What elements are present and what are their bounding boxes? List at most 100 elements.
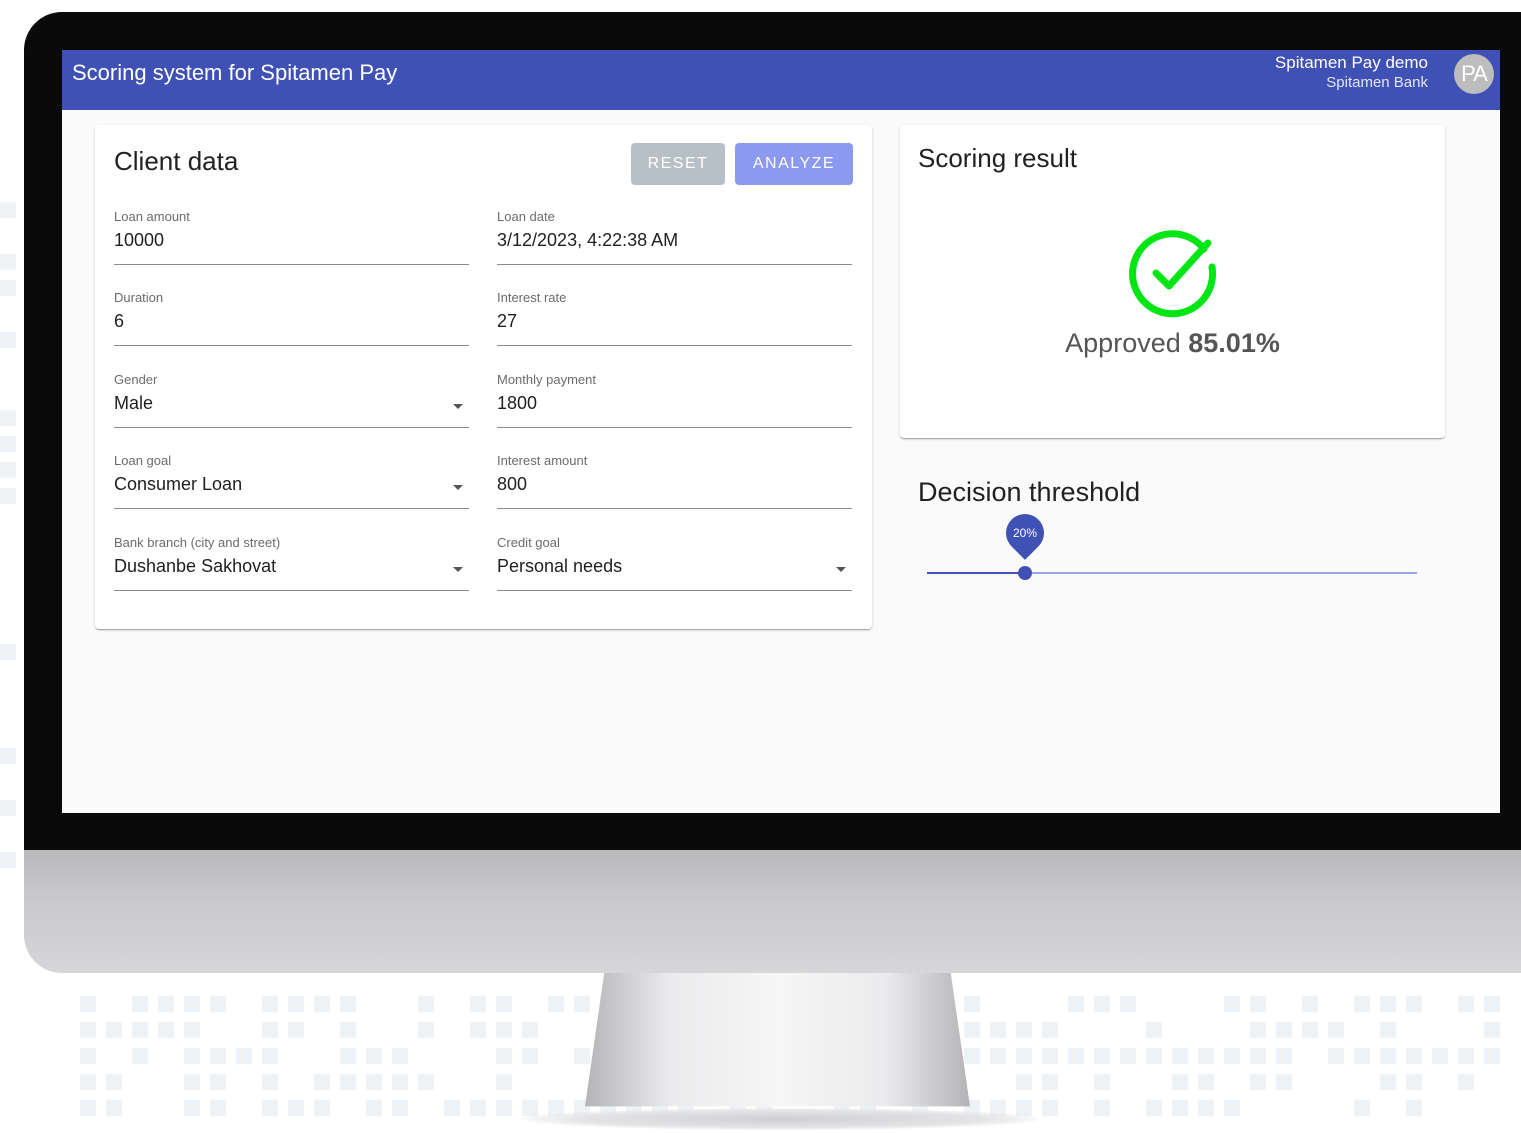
loan-goal-select[interactable]: Loan goal Consumer Loan [114,453,469,509]
background-square [184,1048,200,1064]
analyze-button[interactable]: ANALYZE [735,143,853,185]
background-square [0,436,16,452]
background-square [132,996,148,1012]
loan-date-value: 3/12/2023, 4:22:38 AM [497,230,679,250]
background-square [1406,1048,1422,1064]
chevron-down-icon[interactable] [836,567,846,572]
gender-select[interactable]: Gender Male [114,372,469,428]
background-square [496,1074,512,1090]
background-square [314,1100,330,1116]
background-square [1042,1074,1058,1090]
background-square [1146,1100,1162,1116]
background-square [340,1022,356,1038]
background-square [288,1022,304,1038]
user-info[interactable]: Spitamen Pay demo Spitamen Bank [1275,53,1428,93]
background-square [0,332,16,348]
background-square [1302,996,1318,1012]
approval-status: Approved 85.01% [900,328,1445,359]
background-square [80,1100,96,1116]
background-square [1302,1022,1318,1038]
background-square [1380,1074,1396,1090]
user-name: Spitamen Pay demo [1274,53,1428,72]
background-square [574,996,590,1012]
background-square [1328,1048,1344,1064]
background-square [1172,1100,1188,1116]
loan-date-field[interactable]: Loan date 3/12/2023, 4:22:38 AM [497,209,852,265]
bank-branch-select[interactable]: Bank branch (city and street) Dushanbe S… [114,535,469,591]
interest-amount-value: 800 [497,474,528,494]
background-square [262,996,278,1012]
client-data-card: Client data RESET ANALYZE Loan amount 10… [95,125,872,629]
chevron-down-icon[interactable] [453,404,463,409]
background-square [496,996,512,1012]
loan-goal-label: Loan goal [114,453,172,468]
background-square [1432,1048,1448,1064]
interest-rate-field[interactable]: Interest rate 27 [497,290,852,346]
loan-amount-field[interactable]: Loan amount 10000 [114,209,469,265]
slider-track[interactable] [927,572,1025,574]
background-square [366,1100,382,1116]
background-square [314,1074,330,1090]
background-square [1094,1100,1110,1116]
background-square [496,1022,512,1038]
loan-date-label: Loan date [497,209,555,224]
interest-amount-label: Interest amount [497,453,588,468]
gender-label: Gender [114,372,158,387]
avatar[interactable]: PA [1454,54,1494,94]
background-square [340,1074,356,1090]
interest-rate-value: 27 [497,311,518,331]
background-square [1042,1022,1058,1038]
background-square [0,800,16,816]
background-square [184,1074,200,1090]
duration-field[interactable]: Duration 6 [114,290,469,346]
background-square [0,462,16,478]
background-square [80,1048,96,1064]
background-square [80,996,96,1012]
background-square [80,1022,96,1038]
background-square [1042,1048,1058,1064]
check-circle-icon [1129,230,1217,318]
background-square [470,1100,486,1116]
chevron-down-icon[interactable] [453,485,463,490]
duration-value: 6 [114,311,125,331]
background-square [1328,1022,1344,1038]
reset-button[interactable]: RESET [631,143,725,185]
background-square [1380,996,1396,1012]
background-square [496,1048,512,1064]
background-square [1458,1074,1474,1090]
background-square [1354,1100,1370,1116]
monitor-stand-shadow [522,1108,1040,1130]
interest-amount-field[interactable]: Interest amount 800 [497,453,852,509]
bank-branch-value: Dushanbe Sakhovat [114,556,277,576]
credit-goal-value: Personal needs [497,556,623,576]
background-square [1068,1048,1084,1064]
background-square [340,996,356,1012]
background-square [1484,1048,1500,1064]
monthly-payment-field[interactable]: Monthly payment 1800 [497,372,852,428]
background-square [1120,996,1136,1012]
background-square [1016,1022,1032,1038]
background-square [1172,1048,1188,1064]
background-square [184,1022,200,1038]
background-square [1016,1100,1032,1116]
background-square [392,1048,408,1064]
client-data-title: Client data [114,146,239,176]
monitor-stand [585,973,970,1107]
background-square [1198,1100,1214,1116]
background-square [0,202,16,218]
credit-goal-select[interactable]: Credit goal Personal needs [497,535,852,591]
background-square [1224,1100,1240,1116]
background-square [1224,1048,1240,1064]
background-square [184,996,200,1012]
background-square [1120,1048,1136,1064]
chevron-down-icon[interactable] [453,567,463,572]
background-square [366,1074,382,1090]
slider-thumb[interactable] [1018,566,1032,580]
background-square [0,748,16,764]
gender-value: Male [114,393,154,413]
background-square [1250,996,1266,1012]
background-square [1406,1074,1422,1090]
background-square [522,1100,538,1116]
background-square [964,1022,980,1038]
decision-threshold-slider[interactable]: 20% [927,506,1417,580]
